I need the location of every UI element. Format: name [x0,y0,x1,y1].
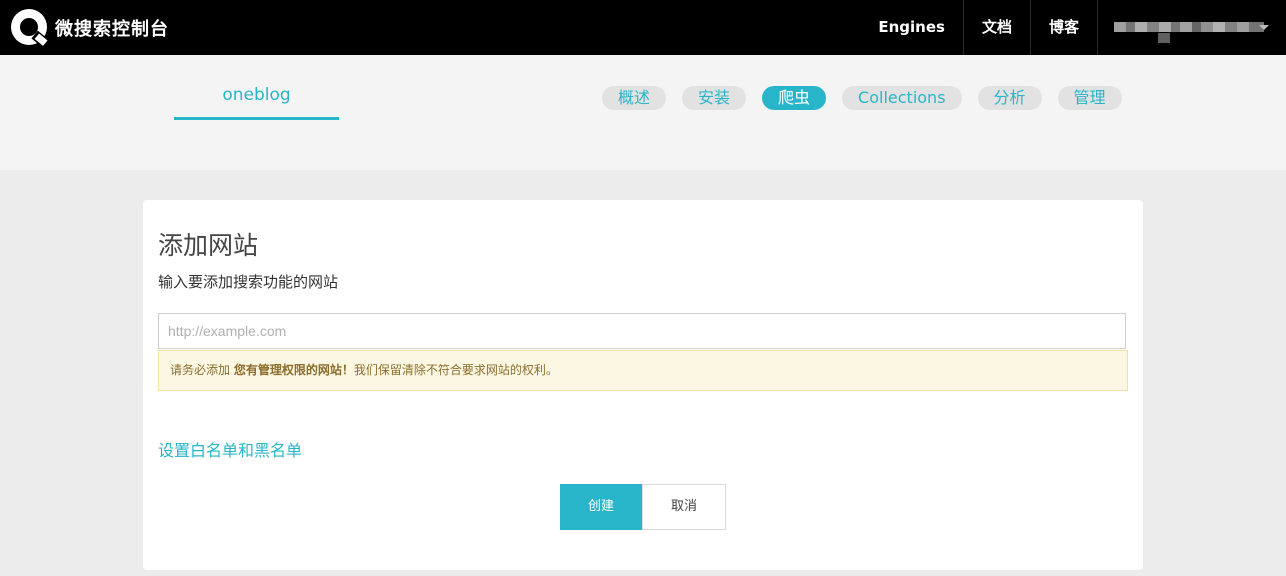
tab-collections[interactable]: Collections [842,86,962,110]
nav-blog[interactable]: 博客 [1029,0,1097,55]
engine-header: oneblog 概述 安装 爬虫 Collections 分析 管理 [0,55,1286,170]
user-menu[interactable] [1097,0,1286,55]
engine-tabs: 概述 安装 爬虫 Collections 分析 管理 [602,86,1122,110]
engine-name[interactable]: oneblog [174,85,339,105]
nav-engines[interactable]: Engines [860,0,963,55]
cancel-button[interactable]: 取消 [642,484,726,530]
tab-analytics[interactable]: 分析 [977,86,1042,110]
url-input[interactable] [158,313,1126,349]
tab-install[interactable]: 安装 [682,86,747,110]
page-subtitle: 输入要添加搜索功能的网站 [158,273,339,291]
top-nav-links: Engines 文档 博客 [860,0,1286,55]
warning-emphasis: 您有管理权限的网站！ [233,363,354,377]
tab-overview[interactable]: 概述 [602,86,667,110]
warning-prefix: 请务必添加 [170,363,234,377]
chevron-down-icon[interactable] [1259,25,1269,30]
form-actions: 创建 取消 [560,484,726,530]
user-name-blurred-part [1158,33,1170,43]
tab-crawler[interactable]: 爬虫 [762,86,827,110]
nav-docs[interactable]: 文档 [962,0,1030,55]
whitelist-blacklist-link[interactable]: 设置白名单和黑名单 [158,437,302,461]
user-name-blurred [1114,22,1264,32]
logo-icon[interactable] [9,8,49,48]
page-title: 添加网站 [158,231,259,260]
brand-title[interactable]: 微搜索控制台 [55,15,169,41]
engine-name-underline [174,117,339,120]
warning-suffix: 我们保留清除不符合要求网站的权利。 [353,363,558,377]
create-button[interactable]: 创建 [560,484,642,530]
top-navbar: 微搜索控制台 Engines 文档 博客 [0,0,1286,55]
tab-manage[interactable]: 管理 [1057,86,1122,110]
warning-notice: 请务必添加 您有管理权限的网站！我们保留清除不符合要求网站的权利。 [158,350,1128,391]
add-site-card: 添加网站 输入要添加搜索功能的网站 请务必添加 您有管理权限的网站！我们保留清除… [143,200,1143,570]
